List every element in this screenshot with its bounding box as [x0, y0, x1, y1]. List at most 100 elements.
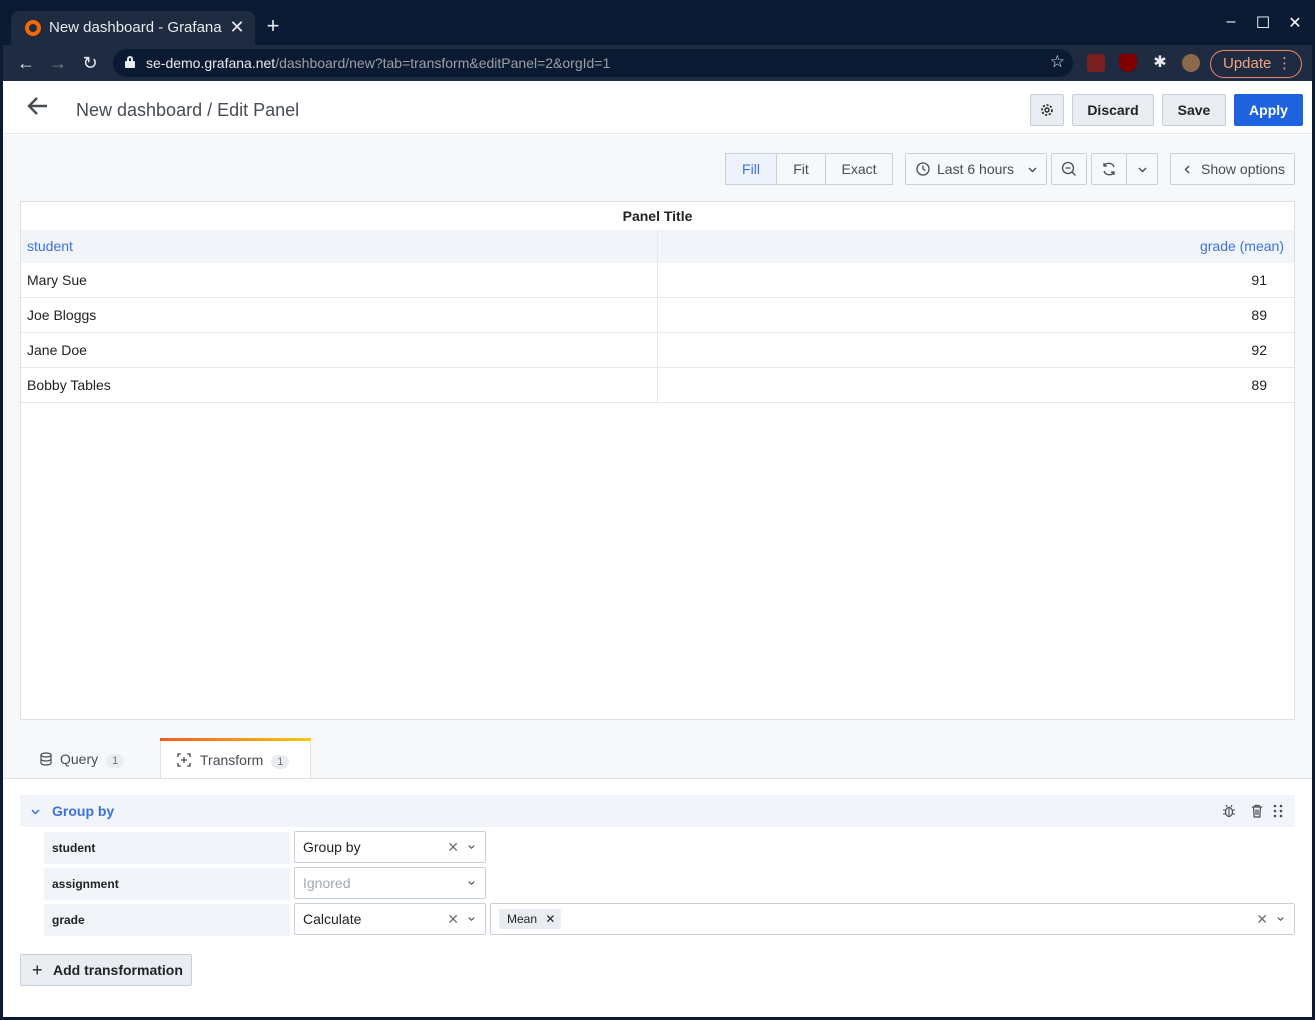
clear-icon[interactable]: ✕ — [447, 904, 459, 934]
zoom-out-button[interactable] — [1051, 153, 1087, 185]
fit-mode-button[interactable]: Fit — [776, 153, 826, 185]
transform-icon — [177, 753, 191, 767]
chevron-down-icon — [468, 845, 475, 850]
chevron-down-icon — [468, 917, 475, 922]
cell-grade: 89 — [1251, 307, 1267, 323]
extension-icon[interactable] — [1087, 54, 1105, 72]
field-label-student: student — [44, 832, 290, 864]
minimize-icon[interactable]: – — [1219, 13, 1243, 31]
cell-student: Mary Sue — [27, 272, 87, 288]
settings-button[interactable] — [1030, 94, 1064, 126]
tab-transform[interactable]: Transform 1 — [160, 738, 311, 778]
select-value: Group by — [303, 839, 361, 855]
update-label: Update — [1223, 55, 1272, 72]
field-label-assignment: assignment — [44, 868, 290, 900]
clock-icon — [916, 162, 930, 176]
tab-query[interactable]: Query 1 — [36, 738, 156, 778]
browser-tab[interactable]: New dashboard - Grafana ✕ — [11, 11, 255, 45]
chip-label: Mean — [507, 912, 538, 926]
chevron-down-icon — [1028, 167, 1037, 173]
back-arrow-icon[interactable] — [27, 95, 49, 117]
browser-toolbar: ← → ↻ se-demo.grafana.net/dashboard/new?… — [3, 45, 1312, 81]
chevron-down-icon — [1277, 917, 1284, 922]
new-tab-icon[interactable]: + — [261, 15, 285, 37]
bookmark-star-icon[interactable]: ☆ — [1050, 52, 1065, 72]
add-transformation-button[interactable]: + Add transformation — [20, 954, 192, 986]
edit-panel-header: New dashboard / Edit Panel Discard Save … — [3, 81, 1312, 134]
tab-query-label: Query — [60, 751, 99, 767]
show-options-label: Show options — [1201, 161, 1286, 177]
more-icon: ⋮ — [1277, 55, 1292, 72]
column-header-grade[interactable]: grade (mean) — [1200, 238, 1284, 254]
column-header-student[interactable]: student — [27, 238, 73, 254]
query-count-badge: 1 — [106, 754, 125, 768]
browser-tab-title: New dashboard - Grafana — [49, 19, 222, 36]
grafana-logo-icon — [25, 20, 41, 36]
time-range-picker[interactable]: Last 6 hours — [905, 153, 1047, 185]
cell-grade: 92 — [1251, 342, 1267, 358]
refresh-interval-dropdown[interactable] — [1126, 153, 1158, 185]
refresh-icon — [1103, 162, 1115, 176]
calculation-chip-mean: Mean ✕ — [499, 909, 562, 929]
reload-icon[interactable]: ↻ — [79, 52, 101, 74]
field-label-grade: grade — [44, 904, 290, 936]
cell-grade: 91 — [1251, 272, 1267, 288]
database-icon — [40, 752, 52, 766]
transformation-name: Group by — [52, 803, 115, 819]
time-range-label: Last 6 hours — [937, 161, 1015, 177]
clear-icon[interactable]: ✕ — [447, 832, 459, 862]
transform-editor: Group by student Group by ✕ assignment I… — [3, 778, 1312, 1017]
ublock-icon[interactable] — [1119, 54, 1137, 72]
gear-icon — [1041, 104, 1053, 116]
tab-transform-label: Transform — [200, 752, 264, 768]
close-tab-icon[interactable]: ✕ — [227, 17, 247, 37]
debug-bug-icon[interactable] — [1222, 804, 1236, 818]
browser-tab-strip: New dashboard - Grafana ✕ + – ☐ ✕ — [3, 3, 1312, 45]
update-button[interactable]: Update ⋮ — [1210, 50, 1302, 78]
panel-title[interactable]: Panel Title — [21, 208, 1294, 224]
transform-count-badge: 1 — [271, 755, 290, 769]
exact-mode-button[interactable]: Exact — [825, 153, 893, 185]
url-text: se-demo.grafana.net/dashboard/new?tab=tr… — [146, 55, 611, 71]
refresh-button[interactable] — [1091, 153, 1127, 185]
chevron-left-icon — [1184, 165, 1190, 174]
back-icon[interactable]: ← — [15, 52, 37, 74]
column-divider — [657, 230, 658, 403]
transformation-header[interactable]: Group by — [20, 795, 1295, 827]
cell-student: Bobby Tables — [27, 377, 111, 393]
lock-icon — [125, 56, 135, 68]
chevron-down-icon[interactable] — [31, 807, 40, 816]
group-by-select-student[interactable]: Group by ✕ — [294, 831, 486, 863]
plus-icon: + — [32, 960, 43, 980]
page-title: New dashboard / Edit Panel — [76, 100, 300, 120]
cell-student: Jane Doe — [27, 342, 87, 358]
maximize-icon[interactable]: ☐ — [1251, 13, 1275, 33]
cell-grade: 89 — [1251, 377, 1267, 393]
discard-button[interactable]: Discard — [1072, 94, 1154, 126]
close-window-icon[interactable]: ✕ — [1283, 13, 1307, 33]
cell-student: Joe Bloggs — [27, 307, 97, 323]
remove-chip-icon[interactable]: ✕ — [545, 912, 555, 926]
extensions-puzzle-icon[interactable]: ✱ — [1151, 54, 1169, 72]
save-button[interactable]: Save — [1162, 94, 1226, 126]
browser-window: New dashboard - Grafana ✕ + – ☐ ✕ ← → ↻ … — [3, 3, 1312, 1017]
chevron-down-icon — [1138, 167, 1147, 173]
group-by-select-grade[interactable]: Calculate ✕ — [294, 903, 486, 935]
chevron-down-icon — [468, 881, 475, 886]
address-bar[interactable]: se-demo.grafana.net/dashboard/new?tab=tr… — [113, 49, 1073, 77]
clear-icon[interactable]: ✕ — [1256, 904, 1268, 934]
calculations-multiselect[interactable]: Mean ✕ ✕ — [490, 903, 1295, 935]
fill-mode-button[interactable]: Fill — [725, 153, 777, 185]
drag-handle-icon[interactable] — [1273, 804, 1283, 818]
show-options-button[interactable]: Show options — [1170, 153, 1295, 185]
panel-preview: Panel Title student grade (mean) Mary Su… — [20, 201, 1295, 720]
select-placeholder: Ignored — [303, 875, 351, 891]
edit-panel-content: Fill Fit Exact Last 6 hours Show options… — [3, 135, 1312, 1017]
group-by-select-assignment[interactable]: Ignored — [294, 867, 486, 899]
zoom-out-icon — [1061, 161, 1076, 176]
profile-avatar[interactable] — [1182, 54, 1200, 72]
apply-button[interactable]: Apply — [1234, 94, 1303, 126]
trash-icon[interactable] — [1251, 804, 1263, 818]
add-transformation-label: Add transformation — [53, 962, 183, 978]
forward-icon[interactable]: → — [47, 52, 69, 74]
